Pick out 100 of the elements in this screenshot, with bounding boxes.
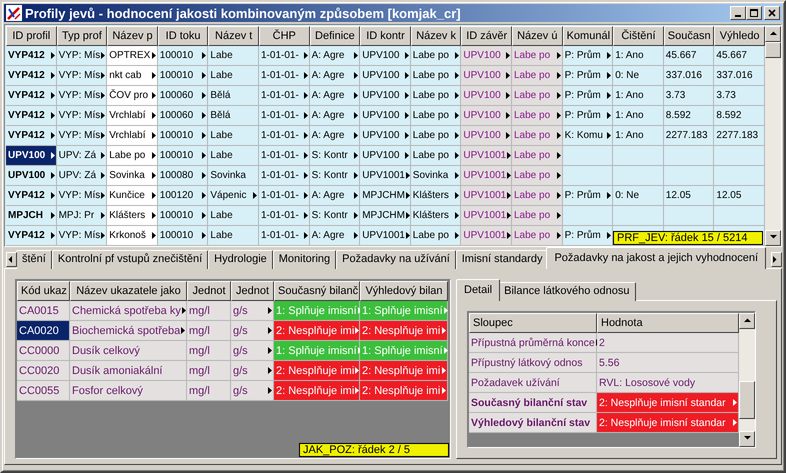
cell-text: UPV100 (8, 170, 46, 181)
column-header[interactable]: Výhledo (714, 26, 765, 46)
cell-text: Dusík amoniakální (72, 364, 164, 376)
cell-text: 100010 (160, 210, 194, 221)
close-icon (768, 9, 776, 17)
cell-text: Výhledový bilanční stav (471, 416, 592, 428)
scroll-up-button[interactable] (739, 313, 755, 329)
cell-text: 1-01-01- (260, 90, 300, 101)
cell-text: 1-01-01- (260, 170, 300, 181)
scroll-left-button[interactable] (6, 252, 17, 267)
cell-text: A: Agre (312, 110, 346, 121)
column-header[interactable]: Komunál (562, 26, 614, 46)
cell-text: UPV1001 (463, 230, 506, 241)
column-header[interactable]: Typ prof (56, 26, 108, 46)
tab[interactable]: Bilance látkového odnosu (498, 282, 636, 301)
column-header[interactable]: Název ú (512, 26, 563, 46)
cell-text: Současný bilanční stav (471, 396, 588, 408)
tab[interactable]: Požadavky na jakost a jejich vyhodnocení (546, 247, 766, 269)
close-button[interactable] (764, 6, 780, 20)
tab[interactable]: Monitoring (272, 250, 336, 269)
cell-text: Labe (210, 150, 234, 161)
column-header[interactable]: ČHP (258, 26, 310, 46)
scrollbar-thumb[interactable] (739, 381, 755, 419)
tab[interactable]: Kontrolní pf vstupů znečištění (52, 250, 208, 269)
column-header[interactable]: ID profil (6, 26, 57, 46)
cell-text: UPV1001 (463, 210, 506, 221)
scroll-up-button[interactable] (765, 26, 781, 42)
column-header[interactable]: ID toku (158, 26, 208, 46)
cell-text: VYP412 (8, 130, 46, 141)
column-header[interactable]: Jednot (231, 281, 274, 301)
cell-text: A: Agre (312, 230, 346, 241)
tab[interactable]: Imisní standardy (456, 250, 548, 269)
column-header[interactable]: Název p (107, 26, 158, 46)
column-header[interactable]: Výhledový bilan (360, 281, 448, 301)
cell-text: Labe (210, 230, 234, 241)
cell-text: Bělá (210, 110, 232, 121)
column-header[interactable]: ID kontr (360, 26, 411, 46)
cell-text: 5.56 (599, 356, 620, 368)
cell-text: Labe po (514, 70, 552, 81)
maximize-button[interactable] (746, 6, 762, 20)
column-header[interactable]: Současn (664, 26, 714, 46)
cell-text: Klášters (412, 210, 450, 221)
cell-text: 337.016 (716, 70, 754, 81)
cell-text: Chemická spotřeba ky (72, 304, 181, 316)
scrollbar[interactable] (739, 313, 755, 447)
tab[interactable]: štění (16, 250, 52, 269)
column-header[interactable]: Název k (410, 26, 462, 46)
cell-text: g/s (233, 304, 249, 316)
column-header[interactable]: Název ukazatele jako (70, 281, 187, 301)
column-header[interactable]: Definice (310, 26, 360, 46)
cell-text: MPJ: Pr (58, 210, 96, 221)
cell-text: A: Agre (312, 130, 346, 141)
cell-text: 2: Nesplňuje imi (276, 384, 354, 396)
cell-text: Klášters (109, 210, 146, 221)
cell-text: A: Agre (312, 190, 346, 201)
column-header[interactable]: Současný bilanč (274, 281, 360, 301)
cell-text: Dusík celkový (72, 344, 141, 356)
cell-text: Vrchlabí (109, 130, 147, 141)
cell-text: 2: Nesplňuje imi (276, 364, 354, 376)
cell-text: VYP: Mís (58, 190, 100, 201)
scroll-down-button[interactable] (765, 230, 781, 246)
cell-text: UPV100 (362, 90, 400, 101)
column-header[interactable]: Hodnota (597, 313, 739, 333)
column-header[interactable]: Čištění (613, 26, 664, 46)
column-header[interactable]: Sloupec (469, 313, 597, 333)
column-header[interactable]: Název t (208, 26, 259, 46)
cell-text: A: Agre (312, 50, 346, 61)
column-header[interactable]: Kód ukaz (17, 281, 70, 301)
cell-text: Bělá (210, 90, 232, 101)
cell-text: g/s (233, 324, 249, 336)
cell-text: Labe (210, 50, 234, 61)
minimize-button[interactable] (730, 6, 746, 20)
scroll-right-button[interactable] (771, 252, 782, 267)
cell-text: 1-01-01- (260, 150, 300, 161)
tab[interactable]: Detail (456, 279, 500, 301)
cell-text: 1-01-01- (260, 130, 300, 141)
cell-text: 3.73 (666, 90, 686, 101)
cell-text: 1-01-01- (260, 230, 300, 241)
cell-text: 1: Ano (615, 90, 645, 101)
scrollbar-thumb[interactable] (765, 42, 781, 58)
cell-text: 12.05 (666, 190, 692, 201)
cell-text: MPJCHM (362, 210, 405, 221)
cell-text: A: Agre (312, 90, 346, 101)
cell-text: Labe (210, 210, 234, 221)
cell-text: 2: Nesplňuje imi (362, 384, 441, 396)
cell-text: VYP: Mís (58, 50, 100, 61)
cell-text: Kunčice (109, 190, 146, 201)
cell-text: 2: Nesplňuje imisní standar (599, 416, 727, 428)
cell-text: 100120 (160, 190, 194, 201)
column-header[interactable]: Jednot (187, 281, 231, 301)
cell-text: UPV100 (463, 50, 502, 61)
cell-text: 8.592 (666, 110, 692, 121)
cell-text: 1: Ano (615, 50, 645, 61)
scrollbar[interactable] (765, 26, 781, 246)
cell-text: 1-01-01- (260, 110, 300, 121)
tab[interactable]: Požadavky na užívání (336, 250, 456, 269)
column-header[interactable]: ID závěr (461, 26, 512, 46)
cell-text: 100010 (160, 130, 194, 141)
tab[interactable]: Hydrologie (208, 250, 273, 269)
scroll-down-button[interactable] (739, 431, 755, 447)
